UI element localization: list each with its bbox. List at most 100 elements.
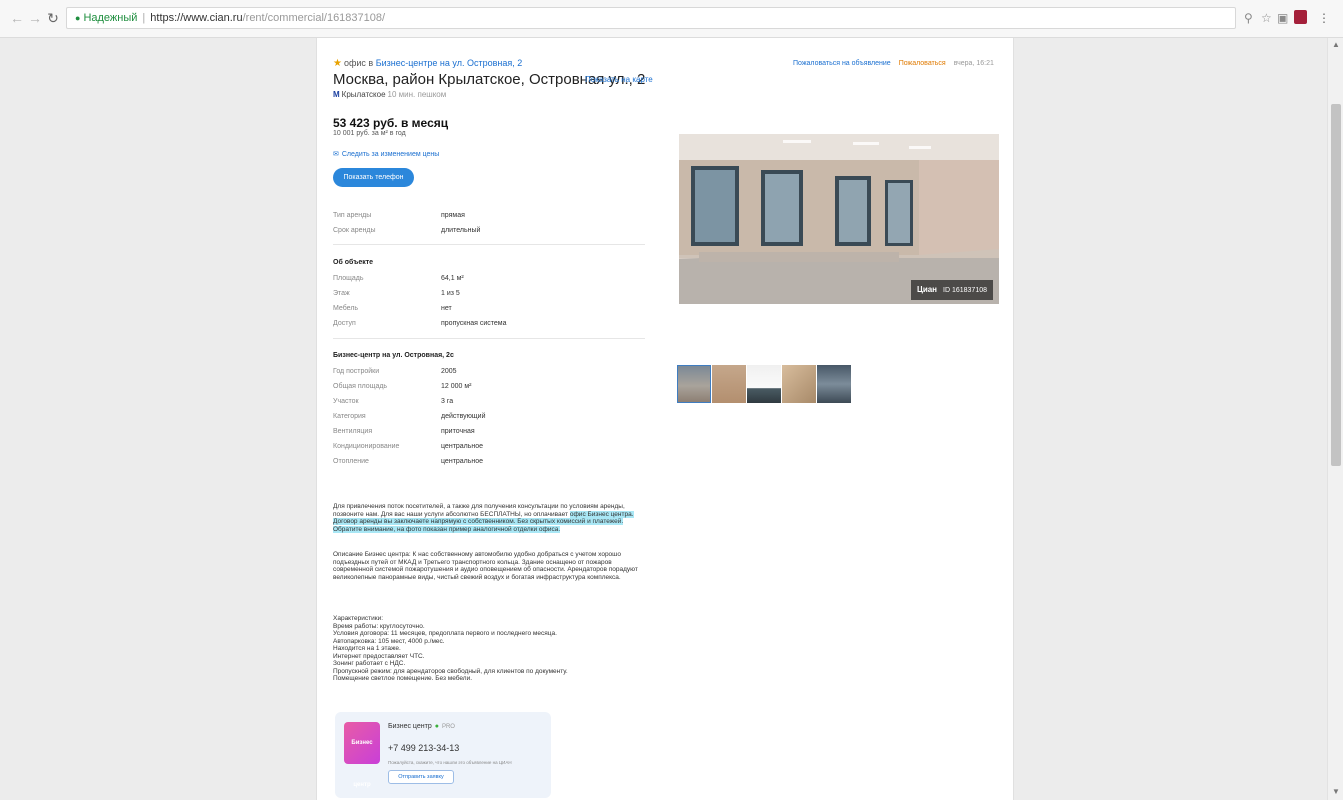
back-arrow-icon[interactable]: ← (8, 9, 26, 27)
scrollbar-thumb[interactable] (1331, 104, 1341, 466)
param-value: прямая (441, 212, 465, 219)
param-row: Кондиционирование центральное (333, 439, 486, 454)
description-paragraph-1: Для привлечения поток посетителей, а так… (333, 503, 645, 533)
param-value: 1 из 5 (441, 290, 460, 297)
breadcrumb: ★ офис в Бизнес-центре на ул. Островная, … (333, 58, 522, 69)
param-row: Отопление центральное (333, 454, 486, 469)
url-host: https://www.cian.ru (150, 12, 243, 24)
param-label: Доступ (333, 320, 356, 327)
param-row: Площадь 64,1 м² (333, 271, 506, 286)
agent-name[interactable]: Бизнес центр (388, 723, 432, 730)
param-label: Кондиционирование (333, 443, 400, 450)
param-label: Тип аренды (333, 212, 372, 219)
param-label: Год постройки (333, 368, 380, 375)
param-row: Тип аренды прямая (333, 208, 480, 223)
param-value: приточная (441, 428, 475, 435)
listing-page: ★ офис в Бизнес-центре на ул. Островная, … (316, 38, 1014, 800)
extension-badge-icon[interactable] (1294, 10, 1307, 24)
url-path: /rent/commercial/161837108/ (242, 12, 386, 24)
photo-watermark: Циан ID 161837108 (910, 280, 993, 300)
agent-tag: PRO (441, 724, 455, 730)
divider (333, 244, 645, 245)
param-value: центральное (441, 443, 484, 450)
secure-label: Надежный (83, 12, 138, 24)
param-label: Площадь (333, 275, 364, 282)
page-scrollbar[interactable]: ▲ ▼ (1327, 38, 1343, 800)
zoom-icon[interactable]: ⚲ (1244, 11, 1253, 25)
description-paragraph-2: Описание Бизнес центра: К нас собственно… (333, 551, 638, 581)
reload-icon[interactable]: ↻ (44, 9, 62, 27)
param-label: Участок (333, 398, 359, 405)
metro-info: M Крылатское 10 мин. пешком (333, 90, 446, 99)
agent-note: Пожалуйста, скажите, что нашли это объяв… (388, 760, 512, 765)
param-value: 12 000 м² (441, 383, 472, 390)
price-watch-label: Следить за изменением цены (341, 151, 440, 158)
param-row: Вентиляция приточная (333, 424, 486, 439)
agent-name-row: Бизнес центр ● PRO (388, 723, 455, 730)
param-label: Вентиляция (333, 428, 373, 435)
thumbnail[interactable] (677, 365, 711, 403)
forward-arrow-icon[interactable]: → (26, 9, 44, 27)
lock-icon: ● (75, 13, 81, 23)
object-section-title: Об объекте (333, 259, 374, 266)
photo-id: ID 161837108 (943, 287, 987, 294)
office-photo (679, 134, 999, 304)
address-bar[interactable]: ● Надежный | https://www.cian.ru/rent/comme… (66, 7, 1236, 29)
thumbnail[interactable] (782, 365, 816, 403)
breadcrumb-building-link[interactable]: Бизнес-центре на ул. Островная, 2 (376, 58, 523, 68)
favorite-star-icon[interactable]: ★ (333, 58, 342, 69)
param-value: 2005 (441, 368, 457, 375)
param-row: Год постройки 2005 (333, 364, 486, 379)
param-label: Отопление (333, 458, 369, 465)
param-row: Категория действующий (333, 409, 486, 424)
thumbnail[interactable] (747, 365, 781, 403)
param-label: Срок аренды (333, 227, 376, 234)
param-row: Мебель нет (333, 301, 506, 316)
browser-toolbar: ← → ↻ ● Надежный | https://www.cian.ru/rent… (0, 0, 1343, 38)
thumbnail[interactable] (712, 365, 746, 403)
agent-logo[interactable]: Бизнес центр (344, 722, 380, 788)
param-value: центральное (441, 458, 484, 465)
price-watch-link[interactable]: ✉ Следить за изменением цены (333, 150, 439, 158)
show-phone-button[interactable]: Показать телефон (333, 168, 414, 187)
param-row: Срок аренды длительный (333, 223, 480, 238)
main-photo[interactable]: Циан ID 161837108 (679, 134, 999, 304)
scroll-down-icon[interactable]: ▼ (1332, 787, 1340, 796)
price: 53 423 руб. в месяц (333, 116, 449, 130)
report-link[interactable]: Пожаловаться на объявление (793, 60, 891, 67)
extension-icon[interactable]: ▣ (1277, 11, 1288, 25)
param-value: нет (441, 305, 452, 312)
metro-station[interactable]: Крылатское (342, 90, 386, 99)
param-value: длительный (441, 227, 481, 234)
description-paragraph-3: Характеристики: Время работы: круглосуто… (333, 615, 568, 682)
param-row: Этаж 1 из 5 (333, 286, 506, 301)
param-value: 3 га (441, 398, 454, 405)
param-value: пропускная система (441, 320, 507, 327)
building-params: Год постройки 2005 Общая площадь 12 000 м² У… (333, 364, 486, 469)
publish-date: вчера, 16:21 (953, 60, 994, 67)
menu-kebab-icon[interactable]: ⋮ (1318, 11, 1330, 25)
param-value: действующий (441, 413, 486, 420)
bookmark-star-icon[interactable]: ☆ (1261, 11, 1272, 25)
thumbnail[interactable] (817, 365, 851, 403)
location-pin-icon: ● (434, 723, 439, 730)
cian-logo: Циан (916, 285, 938, 294)
header-actions: Пожаловаться на объявление Пожаловаться вч… (793, 60, 994, 67)
metro-distance: 10 мин. пешком (387, 90, 447, 99)
param-row: Общая площадь 12 000 м² (333, 379, 486, 394)
scroll-up-icon[interactable]: ▲ (1332, 40, 1340, 49)
param-row: Доступ пропускная система (333, 316, 506, 331)
building-section-title: Бизнес-центр на ул. Островная, 2с (333, 352, 454, 359)
agent-phone[interactable]: +7 499 213-34-13 (388, 743, 459, 753)
send-request-button[interactable]: Отправить заявку (388, 770, 454, 784)
bell-icon: ✉ (333, 151, 339, 158)
price-per-meter: 10 001 руб. за м² в год (333, 130, 406, 137)
object-params: Площадь 64,1 м² Этаж 1 из 5 Мебель нет Доступ п… (333, 271, 506, 331)
show-on-map-link[interactable]: Показать на карте (585, 75, 653, 84)
metro-icon: M (333, 90, 340, 99)
complain-link[interactable]: Пожаловаться (899, 60, 946, 67)
photo-thumbnails (677, 365, 852, 403)
param-label: Категория (333, 413, 366, 420)
agent-card: Бизнес центр Бизнес центр ● PRO +7 499 213… (335, 712, 551, 798)
breadcrumb-prefix: офис в (343, 58, 374, 68)
